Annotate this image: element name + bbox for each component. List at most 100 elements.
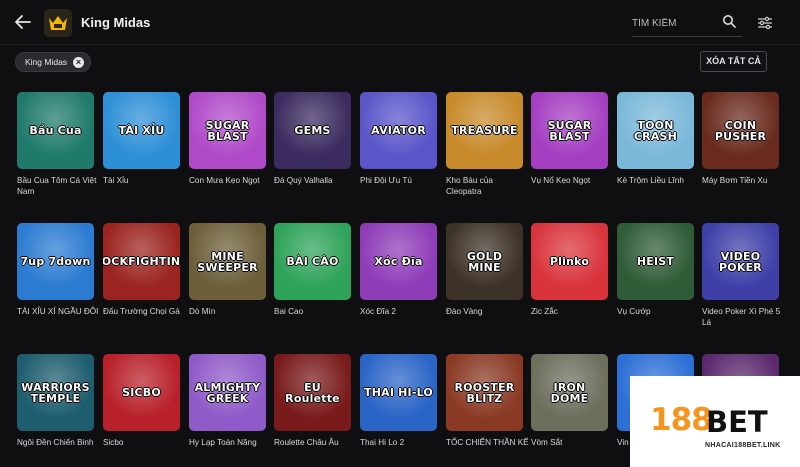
game-thumbnail-title: Plinko — [549, 255, 590, 268]
game-thumbnail[interactable]: TREASURE — [446, 92, 523, 169]
game-card[interactable]: THAI HI-LO Thai Hi Lo 2 — [360, 354, 438, 448]
game-thumbnail-title: GOLD MINE — [466, 249, 503, 274]
game-thumbnail-title: VIDEO POKER — [719, 249, 762, 274]
game-title: Video Poker Xì Phé 5 Lá — [702, 307, 781, 327]
game-card[interactable]: TÀI XỈU Tài Xỉu — [103, 92, 181, 186]
game-title: Hy Lạp Toàn Năng — [189, 438, 257, 447]
game-title: Máy Bơm Tiền Xu — [702, 176, 768, 185]
game-thumbnail[interactable]: BÀI CÀO — [274, 223, 351, 300]
game-title: Bai Cao — [274, 307, 304, 316]
game-thumbnail[interactable]: IRON DOME — [531, 354, 608, 431]
game-card[interactable]: IRON DOME Vòm Sắt — [531, 354, 609, 448]
game-thumbnail-title: THAI HI-LO — [364, 386, 433, 399]
game-thumbnail-title: AVIATOR — [371, 124, 426, 137]
game-title: Ngôi Đền Chiến Binh — [17, 438, 94, 447]
game-card[interactable]: HEIST Vụ Cướp — [617, 223, 695, 317]
game-card[interactable]: 7up 7down TÀI XỈU XÍ NGẦU ĐÔI — [17, 223, 98, 317]
game-thumbnail-title: ALMIGHTY GREEK — [194, 380, 261, 405]
game-title: Vòm Sắt — [531, 438, 563, 447]
game-card[interactable]: Bầu Cua Bầu Cua Tôm Cá Việt Nam — [17, 92, 96, 197]
game-title: Kho Báu của Cleopatra — [446, 176, 493, 196]
game-thumbnail[interactable]: AVIATOR — [360, 92, 437, 169]
game-thumbnail-title: IRON DOME — [550, 380, 589, 405]
game-thumbnail[interactable]: COIN PUSHER — [702, 92, 779, 169]
game-thumbnail-title: 7up 7down — [20, 255, 91, 268]
game-thumbnail-title: GEMS — [294, 124, 331, 137]
game-thumbnail[interactable]: Xóc Đĩa — [360, 223, 437, 300]
game-title: Xóc Đĩa 2 — [360, 307, 396, 316]
game-title: Phi Đội Ưu Tú — [360, 176, 412, 185]
game-thumbnail-title: COCKFIGHTING — [103, 255, 180, 268]
game-thumbnail[interactable]: GOLD MINE — [446, 223, 523, 300]
game-thumbnail-title: SICBO — [122, 386, 161, 399]
game-thumbnail-title: MINE SWEEPER — [197, 249, 258, 274]
game-thumbnail-title: HEIST — [636, 255, 675, 268]
game-thumbnail[interactable]: MINE SWEEPER — [189, 223, 266, 300]
game-card[interactable]: COIN PUSHER Máy Bơm Tiền Xu — [702, 92, 780, 186]
game-thumbnail[interactable]: ALMIGHTY GREEK — [189, 354, 266, 431]
game-title: Đào Vàng — [446, 307, 483, 316]
game-thumbnail-title: Xóc Đĩa — [374, 255, 423, 268]
game-thumbnail[interactable]: WARRIORS TEMPLE — [17, 354, 94, 431]
game-thumbnail[interactable]: SICBO — [103, 354, 180, 431]
game-thumbnail-title: SUGAR BLAST — [205, 118, 250, 143]
game-card[interactable]: EU Roulette Roulette Châu Âu — [274, 354, 352, 448]
game-card[interactable]: COCKFIGHTING Đấu Trường Chọi Gà — [103, 223, 181, 317]
game-thumbnail[interactable]: Bầu Cua — [17, 92, 94, 169]
game-card[interactable]: ALMIGHTY GREEK Hy Lạp Toàn Năng — [189, 354, 267, 448]
game-thumbnail-title: COIN PUSHER — [714, 118, 767, 143]
game-title: Đá Quý Valhalla — [274, 176, 333, 185]
game-title: Vụ Cướp — [617, 307, 651, 316]
game-card[interactable]: VIDEO POKER Video Poker Xì Phé 5 Lá — [702, 223, 780, 328]
game-card[interactable]: GEMS Đá Quý Valhalla — [274, 92, 352, 186]
game-card[interactable]: MINE SWEEPER Dò Mìn — [189, 223, 267, 317]
promo-overlay: 188 BET NHACAI188BET.LINK — [630, 376, 800, 467]
game-card[interactable]: SICBO Sicbo — [103, 354, 181, 448]
game-card[interactable]: Plinko Zic Zắc — [531, 223, 609, 317]
game-title: Dò Mìn — [189, 307, 216, 316]
promo-site: NHACAI188BET.LINK — [705, 442, 781, 449]
game-title: Con Mưa Kẹo Ngọt — [189, 176, 260, 185]
game-thumbnail[interactable]: Plinko — [531, 223, 608, 300]
game-title: Sicbo — [103, 438, 124, 447]
game-card[interactable]: WARRIORS TEMPLE Ngôi Đền Chiến Binh — [17, 354, 95, 448]
game-card[interactable]: TREASURE Kho Báu của Cleopatra — [446, 92, 524, 197]
game-thumbnail-title: ROOSTER BLITZ — [454, 380, 515, 405]
game-thumbnail[interactable]: COCKFIGHTING — [103, 223, 180, 300]
game-thumbnail[interactable]: TÀI XỈU — [103, 92, 180, 169]
promo-bet: BET — [706, 405, 768, 439]
game-card[interactable]: Xóc Đĩa Xóc Đĩa 2 — [360, 223, 438, 317]
promo-number: 188 — [650, 402, 713, 438]
game-card[interactable]: BÀI CÀO Bai Cao — [274, 223, 352, 317]
game-thumbnail-title: SUGAR BLAST — [547, 118, 592, 143]
game-card[interactable]: TOON CRASH Kẻ Trộm Liều Lĩnh — [617, 92, 695, 186]
game-thumbnail-title: EU Roulette — [285, 380, 340, 405]
game-title: TÀI XỈU XÍ NGẦU ĐÔI — [17, 307, 99, 316]
game-thumbnail[interactable]: 7up 7down — [17, 223, 94, 300]
game-thumbnail[interactable]: ROOSTER BLITZ — [446, 354, 523, 431]
game-card[interactable]: GOLD MINE Đào Vàng — [446, 223, 524, 317]
game-thumbnail-title: TREASURE — [451, 124, 518, 137]
game-card[interactable]: ROOSTER BLITZ TỐC CHIẾN THẦN KẾ — [446, 354, 529, 448]
game-thumbnail[interactable]: VIDEO POKER — [702, 223, 779, 300]
game-thumbnail-title: BÀI CÀO — [286, 255, 339, 268]
game-thumbnail-title: Bầu Cua — [29, 124, 82, 137]
game-thumbnail-title: WARRIORS TEMPLE — [21, 380, 90, 405]
game-thumbnail-title: TOON CRASH — [633, 118, 678, 143]
game-thumbnail[interactable]: HEIST — [617, 223, 694, 300]
game-card[interactable]: SUGAR BLAST Vụ Nổ Kẹo Ngọt — [531, 92, 609, 186]
game-card[interactable]: SUGAR BLAST Con Mưa Kẹo Ngọt — [189, 92, 267, 186]
game-thumbnail[interactable]: TOON CRASH — [617, 92, 694, 169]
game-thumbnail[interactable]: THAI HI-LO — [360, 354, 437, 431]
game-title: Tài Xỉu — [103, 176, 129, 185]
game-title: TỐC CHIẾN THẦN KẾ — [446, 438, 529, 447]
game-title: Đấu Trường Chọi Gà — [103, 307, 180, 316]
game-thumbnail[interactable]: EU Roulette — [274, 354, 351, 431]
game-thumbnail[interactable]: SUGAR BLAST — [189, 92, 266, 169]
game-title: Roulette Châu Âu — [274, 438, 339, 447]
game-title: Vụ Nổ Kẹo Ngọt — [531, 176, 591, 185]
game-card[interactable]: AVIATOR Phi Đội Ưu Tú — [360, 92, 438, 186]
game-title: Kẻ Trộm Liều Lĩnh — [617, 176, 684, 185]
game-thumbnail[interactable]: GEMS — [274, 92, 351, 169]
game-thumbnail[interactable]: SUGAR BLAST — [531, 92, 608, 169]
